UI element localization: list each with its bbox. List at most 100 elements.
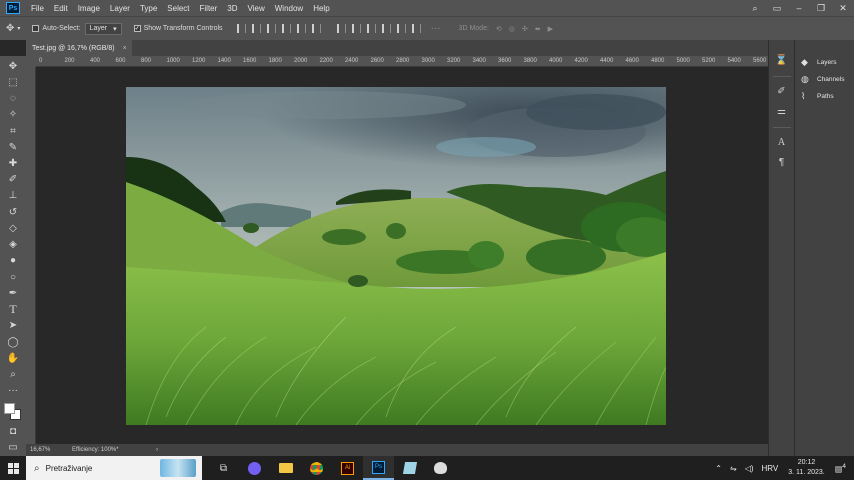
close-icon[interactable]: × [123, 45, 127, 52]
character-panel-icon[interactable]: A [774, 134, 790, 150]
drag-3d-icon[interactable]: ✣ [522, 25, 528, 33]
zoom-level[interactable]: 16,67% [26, 447, 72, 453]
move-tool-icon[interactable]: ✥ ▾ [6, 23, 20, 34]
paint-bucket-tool-icon[interactable]: ◈ [5, 237, 21, 252]
align-vcenter-icon[interactable] [251, 24, 261, 33]
clock[interactable]: 20:12 3. 11. 2023. [788, 458, 824, 478]
start-button[interactable] [0, 456, 26, 480]
ruler-tick-label: 4400 [600, 58, 614, 64]
chevron-up-icon[interactable]: ⌃ [715, 464, 722, 473]
menu-help[interactable]: Help [308, 4, 334, 13]
notification-icon[interactable]: ▤4 [835, 463, 846, 474]
menu-filter[interactable]: Filter [195, 4, 223, 13]
align-hcenter-icon[interactable] [296, 24, 306, 33]
canvas-area[interactable] [36, 67, 768, 444]
divider [772, 127, 791, 128]
layers-panel-tab[interactable]: ◆ Layers [795, 54, 854, 71]
magic-wand-tool-icon[interactable]: ✧ [5, 107, 21, 122]
history-brush-tool-icon[interactable]: ↺ [5, 205, 21, 220]
illustrator-icon[interactable]: Ai [332, 456, 363, 480]
menu-edit[interactable]: Edit [49, 4, 73, 13]
paths-panel-tab[interactable]: ⌇ Paths [795, 88, 854, 105]
color-swatches[interactable] [4, 402, 22, 420]
document-tab[interactable]: Test.jpg @ 16,7% (RGB/8) × [26, 40, 132, 56]
blur-tool-icon[interactable]: ● [5, 253, 21, 268]
distribute-vcenter-icon[interactable] [351, 24, 361, 33]
orbit-3d-icon[interactable]: ⟲ [496, 25, 502, 33]
ruler-tick-label: 1400 [217, 58, 231, 64]
distribute-hcenter-icon[interactable] [396, 24, 406, 33]
status-menu-arrow[interactable]: › [156, 447, 158, 453]
taskbar-search-box[interactable]: ⌕ Pretraživanje [26, 456, 202, 480]
menu-select[interactable]: Select [162, 4, 194, 13]
photoshop-taskbar-icon[interactable]: Ps [363, 456, 394, 480]
align-left-icon[interactable] [281, 24, 291, 33]
ruler-tick-label: 5600 [753, 58, 767, 64]
zoom-tool-icon[interactable]: ⌕ [5, 367, 21, 382]
slide-3d-icon[interactable]: ⬌ [535, 25, 541, 33]
align-right-icon[interactable] [311, 24, 321, 33]
network-icon[interactable]: ⇋ [730, 464, 737, 473]
type-tool-icon[interactable]: T [5, 302, 21, 317]
more-tools-icon[interactable]: ··· [5, 383, 21, 398]
brush-settings-icon[interactable]: ✐ [774, 83, 790, 99]
distribute-left-icon[interactable] [381, 24, 391, 33]
foreground-color-swatch[interactable] [4, 402, 15, 414]
brush-tool-icon[interactable]: ✐ [5, 172, 21, 187]
volume-icon[interactable]: ◁) [745, 464, 754, 473]
menu-type[interactable]: Type [135, 4, 162, 13]
roll-3d-icon[interactable]: ◎ [509, 25, 515, 33]
channels-label: Channels [817, 76, 845, 83]
auto-select-dropdown[interactable]: Layer ▾ [84, 22, 122, 35]
crop-tool-icon[interactable]: ⌗ [5, 123, 21, 138]
pen-tool-icon[interactable]: ✒ [5, 286, 21, 301]
menu-image[interactable]: Image [73, 4, 105, 13]
file-explorer-icon[interactable] [270, 456, 301, 480]
healing-brush-tool-icon[interactable]: ✚ [5, 156, 21, 171]
inkscape-icon[interactable] [425, 456, 456, 480]
workspace-icon[interactable]: ▭ [766, 0, 788, 16]
menu-window[interactable]: Window [270, 4, 308, 13]
close-button[interactable]: ✕ [832, 0, 854, 16]
screen-mode-icon[interactable]: ▭ [5, 440, 21, 455]
distribute-top-icon[interactable] [336, 24, 346, 33]
search-icon[interactable]: ⌕ [744, 0, 766, 16]
clone-stamp-tool-icon[interactable]: ⊥ [5, 188, 21, 203]
camera-3d-icon[interactable]: ▶ [548, 25, 553, 33]
minimize-button[interactable]: – [788, 0, 810, 16]
menu-file[interactable]: File [26, 4, 49, 13]
adjustments-icon[interactable]: ⚌ [774, 103, 790, 119]
ellipse-tool-icon[interactable]: ◯ [5, 334, 21, 349]
lasso-tool-icon[interactable]: ◌ [5, 91, 21, 106]
menu-3d[interactable]: 3D [222, 4, 242, 13]
align-top-icon[interactable] [236, 24, 246, 33]
distribute-buttons [336, 24, 421, 33]
distribute-right-icon[interactable] [411, 24, 421, 33]
move-tool-icon[interactable]: ✥ [5, 59, 21, 74]
maximize-button[interactable]: ❐ [810, 0, 832, 16]
hand-tool-icon[interactable]: ✋ [5, 351, 21, 366]
dodge-tool-icon[interactable]: ○ [5, 270, 21, 285]
viber-icon[interactable] [239, 456, 270, 480]
align-bottom-icon[interactable] [266, 24, 276, 33]
menu-view[interactable]: View [243, 4, 270, 13]
menu-layer[interactable]: Layer [105, 4, 135, 13]
more-options-icon[interactable]: ··· [431, 23, 441, 34]
paragraph-panel-icon[interactable]: ¶ [774, 154, 790, 170]
document-image[interactable] [126, 87, 666, 425]
notes-app-icon[interactable] [394, 456, 425, 480]
path-selection-tool-icon[interactable]: ➤ [5, 318, 21, 333]
task-view-icon[interactable]: ⧉ [208, 456, 239, 480]
quick-mask-icon[interactable]: ◘ [5, 424, 21, 439]
chrome-icon[interactable] [301, 456, 332, 480]
marquee-tool-icon[interactable]: ⬚ [5, 75, 21, 90]
language-indicator[interactable]: HRV [762, 464, 779, 473]
history-panel-icon[interactable]: ⌛ [774, 52, 790, 68]
show-transform-checkbox[interactable]: ✓ Show Transform Controls [133, 25, 223, 32]
ruler-tick-label: 2000 [294, 58, 308, 64]
distribute-bottom-icon[interactable] [366, 24, 376, 33]
eyedropper-tool-icon[interactable]: ✎ [5, 140, 21, 155]
eraser-tool-icon[interactable]: ◇ [5, 221, 21, 236]
auto-select-checkbox[interactable]: Auto-Select: [32, 25, 81, 32]
channels-panel-tab[interactable]: ◍ Channels [795, 71, 854, 88]
